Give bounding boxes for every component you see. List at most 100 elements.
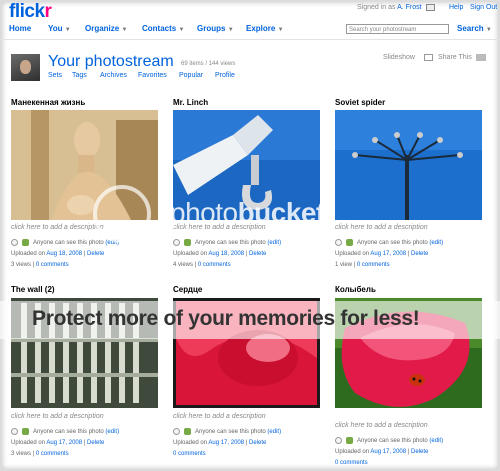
privacy-icon [335,239,342,246]
photo-street-lamp [335,110,482,220]
upload-info: Uploaded on Aug 17, 2008 | Delete [335,251,429,257]
photo-title[interactable]: Soviet spider [335,98,385,107]
upload-date-link[interactable]: Aug 17, 2008 [208,440,244,446]
photo-title[interactable]: Сердце [173,285,202,294]
privacy-icon [335,437,342,444]
signed-in-user-link[interactable]: A. Frost [397,4,422,11]
group-icon [346,239,353,246]
privacy-text: Anyone can see this photo (edit) [33,429,120,435]
photo-description[interactable]: click here to add a description [335,224,428,231]
photo-description[interactable]: click here to add a description [335,422,428,429]
slideshow-icon[interactable] [424,54,433,61]
caret-down-icon: ▼ [277,27,284,33]
share-this-link[interactable]: Share This [438,54,472,61]
privacy-text: Anyone can see this photo (edit) [357,240,444,246]
delete-link[interactable]: Delete [249,251,266,257]
comments-link[interactable]: 0 comments [36,262,69,268]
caret-down-icon: ▼ [64,27,71,33]
slideshow-link[interactable]: Slideshow [383,54,415,61]
caret-down-icon: ▼ [121,27,128,33]
comments-link[interactable]: 0 comments [357,262,390,268]
privacy-icon [11,239,18,246]
edit-privacy-link[interactable]: (edit) [429,240,443,246]
upload-date-link[interactable]: Aug 17, 2008 [370,251,406,257]
nav-organize[interactable]: Organize ▼ [85,24,127,33]
comments-link[interactable]: 0 comments [36,451,69,457]
views-info: 0 comments [173,451,206,457]
avatar-face [20,60,31,74]
watermark-circle [93,185,151,243]
delete-link[interactable]: Delete [249,440,266,446]
upload-date-link[interactable]: Aug 18, 2008 [46,251,82,257]
search-button[interactable]: Search ▼ [457,24,492,33]
edit-privacy-link[interactable]: (edit) [429,438,443,444]
nav-groups[interactable]: Groups ▼ [197,24,234,33]
caret-down-icon: ▼ [485,27,492,33]
privacy-text: Anyone can see this photo (edit) [195,429,282,435]
delete-link[interactable]: Delete [411,251,428,257]
upload-info: Uploaded on Aug 17, 2008 | Delete [173,440,267,446]
delete-link[interactable]: Delete [87,440,104,446]
photo-description[interactable]: click here to add a description [11,413,104,420]
privacy-icon [11,428,18,435]
privacy-text: Anyone can see this photo (edit) [357,438,444,444]
upload-info: Uploaded on Aug 18, 2008 | Delete [11,251,105,257]
privacy-text: Anyone can see this photo (edit) [33,240,120,246]
photo-title[interactable]: Mr. Linch [173,98,208,107]
caret-down-icon: ▼ [227,27,234,33]
photo-title[interactable]: Манекенная жизнь [11,98,85,107]
sign-out-link[interactable]: Sign Out [470,4,497,11]
privacy-text: Anyone can see this photo (edit) [195,240,282,246]
upload-info: Uploaded on Aug 17, 2008 | Delete [11,440,105,446]
profile-link[interactable]: Profile [215,72,235,79]
signed-in-text: Signed in as A. Frost [357,4,422,11]
edit-privacy-link[interactable]: (edit) [105,429,119,435]
photo-description[interactable]: click here to add a description [11,224,104,231]
group-icon [184,239,191,246]
mail-icon[interactable] [426,4,435,11]
group-icon [22,239,29,246]
sets-link[interactable]: Sets [48,72,62,79]
group-icon [346,437,353,444]
watermark-brand: photobucket [170,197,325,228]
views-info: 0 comments [335,460,368,466]
comments-link[interactable]: 0 comments [198,262,231,268]
avatar[interactable] [11,54,40,81]
upload-date-link[interactable]: Aug 18, 2008 [208,251,244,257]
popular-link[interactable]: Popular [179,72,203,79]
upload-date-link[interactable]: Aug 17, 2008 [46,440,82,446]
archives-link[interactable]: Archives [100,72,127,79]
upload-date-link[interactable]: Aug 17, 2008 [370,449,406,455]
favorites-link[interactable]: Favorites [138,72,167,79]
privacy-icon [173,428,180,435]
watermark-banner-text: Protect more of your memories for less! [32,307,420,330]
views-info: 3 views | 0 comments [11,262,69,268]
views-info: 1 view | 0 comments [335,262,390,268]
tags-link[interactable]: Tags [72,72,87,79]
photo-title[interactable]: The wall (2) [11,285,55,294]
caret-down-icon: ▼ [178,27,185,33]
delete-link[interactable]: Delete [411,449,428,455]
page-title: Your photostream [48,53,174,70]
help-link[interactable]: Help [449,4,463,11]
group-icon [184,428,191,435]
nav-home[interactable]: Home [9,24,31,33]
views-info: 4 views | 0 comments [173,262,231,268]
group-icon [22,428,29,435]
edit-privacy-link[interactable]: (edit) [267,429,281,435]
nav-explore[interactable]: Explore ▼ [246,24,284,33]
comments-link[interactable]: 0 comments [173,451,206,457]
photo-title[interactable]: Колыбель [335,285,376,294]
item-count: 69 items / 144 views [181,61,236,67]
nav-you[interactable]: You ▼ [48,24,71,33]
nav-contacts[interactable]: Contacts ▼ [142,24,184,33]
views-info: 3 views | 0 comments [11,451,69,457]
search-input[interactable]: Search your photostream [346,24,449,34]
edit-privacy-link[interactable]: (edit) [267,240,281,246]
comments-link[interactable]: 0 comments [335,460,368,466]
photo-description[interactable]: click here to add a description [173,413,266,420]
share-icon[interactable] [476,54,486,61]
upload-info: Uploaded on Aug 18, 2008 | Delete [173,251,267,257]
delete-link[interactable]: Delete [87,251,104,257]
photo-thumbnail[interactable] [335,110,482,220]
